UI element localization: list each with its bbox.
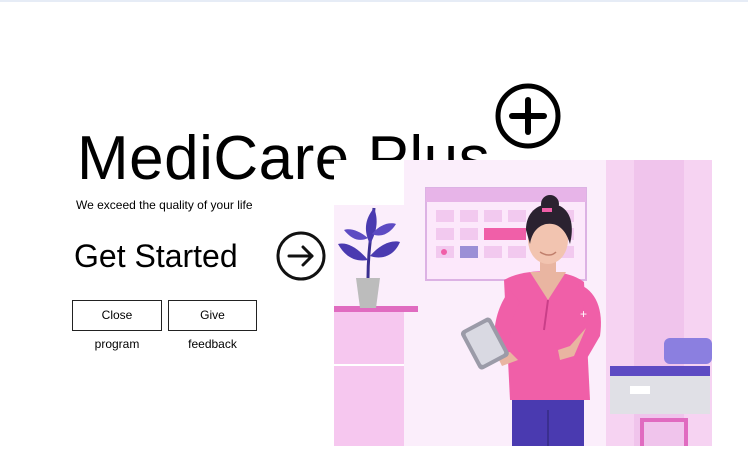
svg-text:+: + xyxy=(580,307,587,321)
give-feedback-button[interactable]: Give feedback xyxy=(168,300,257,351)
plus-circle-icon xyxy=(495,83,561,149)
close-program-button[interactable]: Close program xyxy=(72,300,162,351)
nurse-illustration: + xyxy=(334,160,712,446)
get-started-label[interactable]: Get Started xyxy=(74,238,238,275)
tagline: We exceed the quality of your life xyxy=(76,198,253,212)
top-border xyxy=(0,0,748,2)
arrow-right-circle-icon[interactable] xyxy=(275,230,327,282)
